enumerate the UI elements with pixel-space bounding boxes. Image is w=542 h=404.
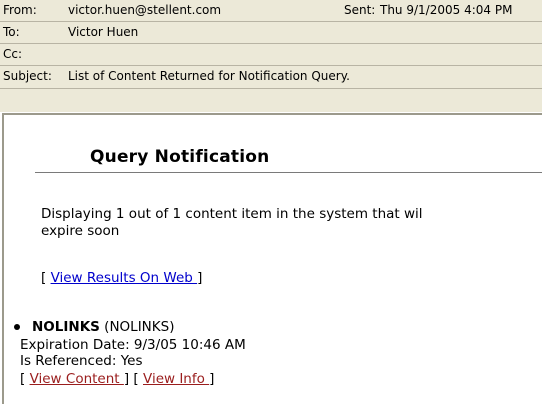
to-value[interactable]: Victor Huen — [68, 22, 138, 43]
cc-label: Cc: — [3, 47, 23, 61]
list-item: NOLINKS (NOLINKS) — [14, 319, 174, 335]
view-results-row: [ View Results On Web ] — [41, 270, 202, 286]
divider — [0, 88, 542, 89]
from-label: From: — [3, 3, 37, 17]
item-name: NOLINKS — [32, 319, 100, 335]
sent-value: Thu 9/1/2005 4:04 PM — [380, 3, 513, 17]
title-rule — [35, 172, 542, 173]
message-line-2: expire soon — [41, 223, 120, 239]
subject-label: Subject: — [3, 69, 52, 83]
item-id: (NOLINKS) — [99, 319, 175, 335]
subject-row: Subject: List of Content Returned for No… — [0, 66, 542, 87]
message-header: From: victor.huen@stellent.com Sent: Thu… — [0, 0, 542, 112]
subject-value: List of Content Returned for Notificatio… — [68, 69, 350, 83]
is-referenced: Is Referenced: Yes — [20, 353, 143, 369]
bracket-open: [ — [41, 270, 51, 286]
view-content-link[interactable]: View Content — [30, 371, 124, 387]
expiration-date: Expiration Date: 9/3/05 10:46 AM — [20, 337, 246, 353]
view-results-on-web-link[interactable]: View Results On Web — [51, 270, 198, 286]
to-label: To: — [3, 25, 20, 39]
bracket-mid: ] [ — [123, 371, 143, 387]
bracket-close: ] — [209, 371, 215, 387]
from-value[interactable]: victor.huen@stellent.com — [68, 0, 221, 21]
from-row: From: victor.huen@stellent.com Sent: Thu… — [0, 0, 542, 21]
cc-row: Cc: — [0, 44, 542, 65]
bracket-open: [ — [20, 371, 30, 387]
to-row: To: Victor Huen — [0, 22, 542, 43]
sent-label: Sent: — [344, 3, 376, 17]
bullet-icon — [14, 324, 20, 330]
view-info-link[interactable]: View Info — [143, 371, 209, 387]
bracket-close: ] — [197, 270, 203, 286]
item-links: [ View Content ] [ View Info ] — [20, 371, 214, 387]
page-title: Query Notification — [90, 147, 270, 167]
